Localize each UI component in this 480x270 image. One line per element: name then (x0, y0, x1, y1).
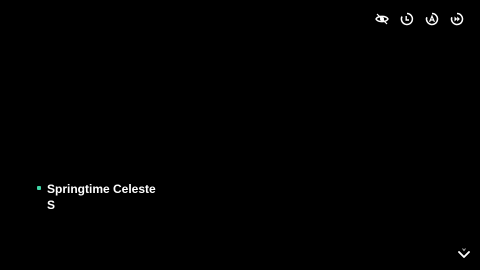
choice-bullet (37, 186, 41, 190)
choice-list: Springtime Celeste S (37, 181, 159, 213)
skip-button[interactable] (450, 12, 464, 26)
game-screen: Springtime Celeste S (0, 0, 480, 270)
top-toolbar (375, 12, 464, 26)
skip-icon (450, 12, 464, 26)
choice-option[interactable]: Springtime Celeste S (37, 181, 159, 213)
hide-ui-button[interactable] (375, 12, 389, 26)
history-icon (400, 12, 414, 26)
advance-button[interactable] (457, 247, 471, 261)
choice-label: Springtime Celeste S (47, 182, 156, 212)
chevron-down-icon (458, 248, 470, 258)
auto-icon (425, 12, 439, 26)
auto-button[interactable] (425, 12, 439, 26)
eye-icon (375, 13, 389, 25)
history-button[interactable] (400, 12, 414, 26)
